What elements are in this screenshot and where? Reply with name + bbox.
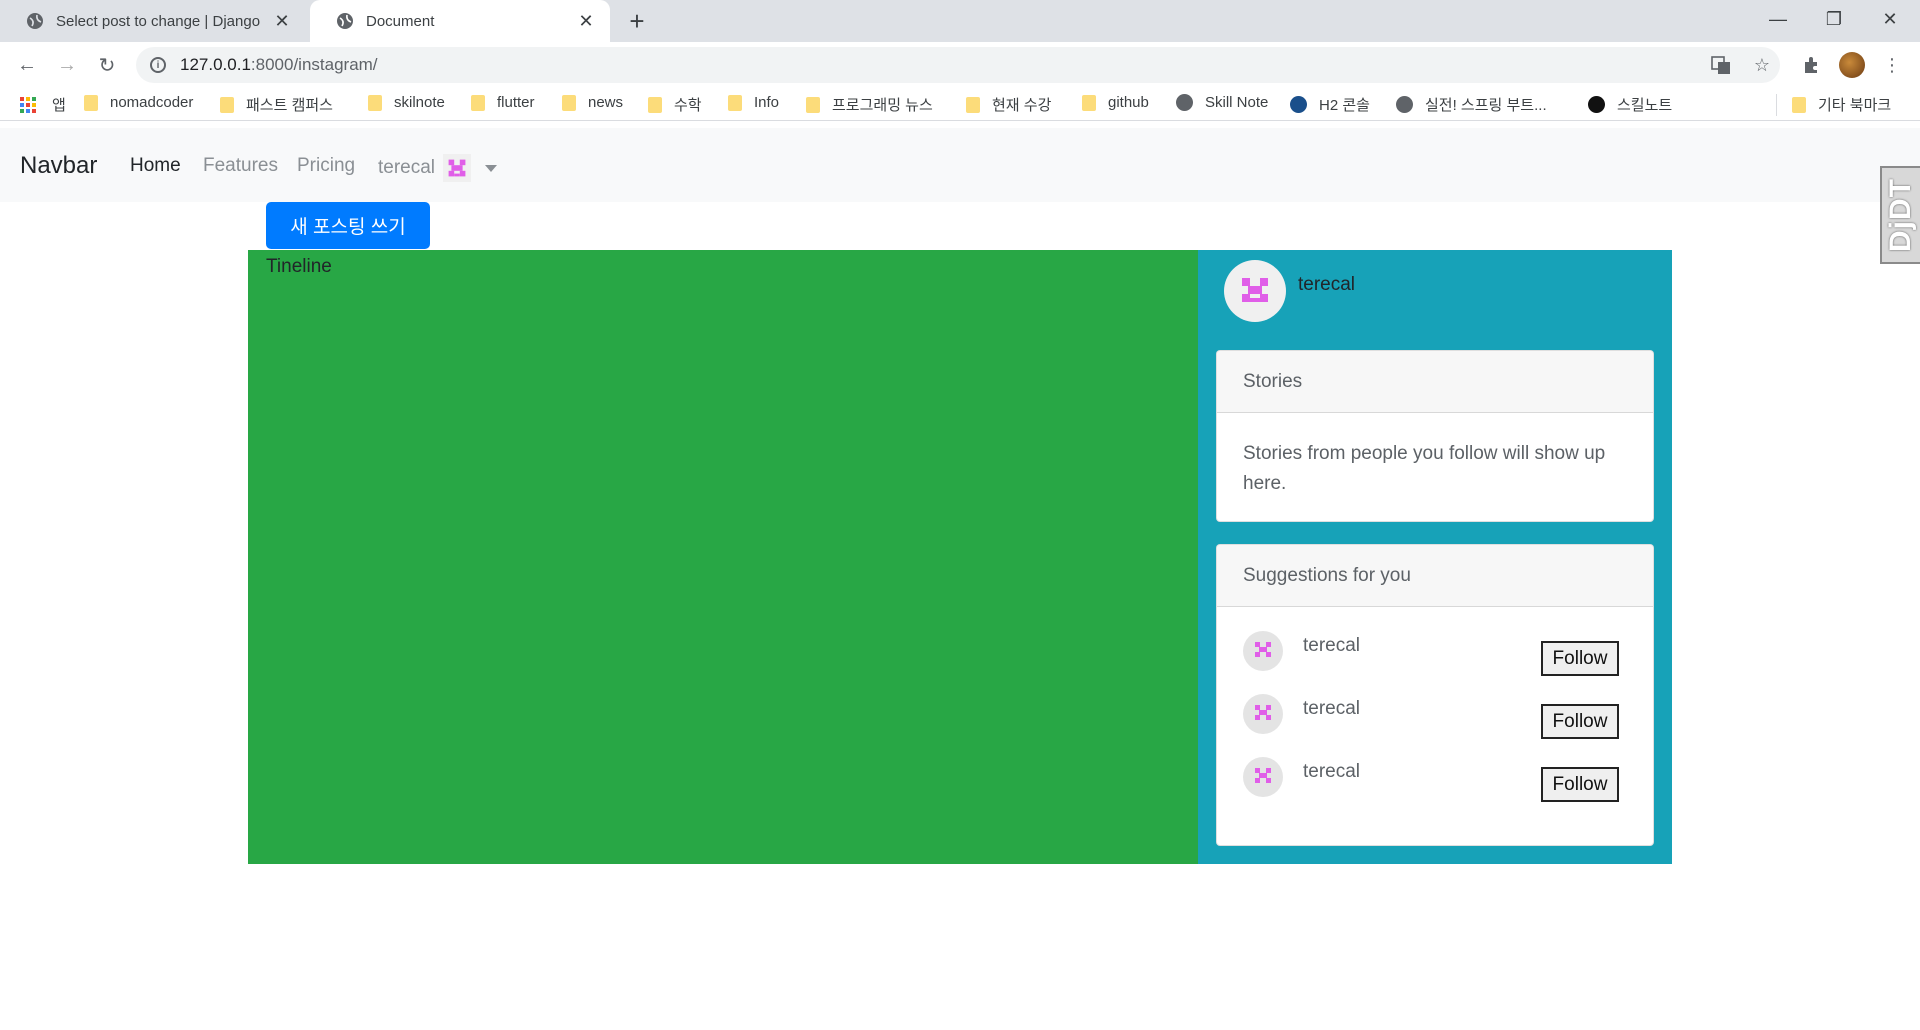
stories-card: Stories Stories from people you follow w… (1216, 350, 1654, 522)
nav-features[interactable]: Features (203, 155, 278, 177)
suggestion-row: terecal Follow (1243, 631, 1633, 683)
stories-body: Stories from people you follow will show… (1243, 443, 1606, 494)
browser-toolbar: ← → ↻ i 127.0.0.1:8000/instagram/ ☆ ⋮ (0, 42, 1920, 88)
github-icon (1588, 96, 1605, 113)
url-text: 127.0.0.1:8000/instagram/ (180, 55, 378, 74)
globe-icon (337, 13, 353, 29)
forward-icon[interactable]: → (52, 50, 82, 80)
new-tab-icon[interactable]: + (622, 6, 652, 36)
follow-button[interactable]: Follow (1541, 704, 1619, 739)
globe-icon (1396, 96, 1413, 113)
folder-icon (728, 94, 742, 111)
user-avatar-icon[interactable] (1224, 260, 1286, 322)
reload-icon[interactable]: ↻ (92, 50, 122, 80)
follow-button[interactable]: Follow (1541, 767, 1619, 802)
bookmarks-bar: 앱 nomadcoder 패스트 캠퍼스 skilnote flutter ne… (0, 88, 1920, 121)
suggestion-username[interactable]: terecal (1303, 698, 1360, 720)
sidebar-panel: terecal Stories Stories from people you … (1198, 250, 1672, 864)
site-navbar: Navbar Home Features Pricing terecal (0, 128, 1920, 202)
suggestion-row: terecal Follow (1243, 694, 1633, 746)
current-username: terecal (1298, 274, 1356, 295)
bookmark-star-icon[interactable]: ☆ (1749, 52, 1775, 78)
nav-username: terecal (378, 157, 436, 178)
menu-kebab-icon[interactable]: ⋮ (1879, 52, 1905, 78)
restore-icon[interactable]: ❐ (1806, 0, 1862, 38)
bookmark-folder[interactable]: 수학 (648, 94, 702, 115)
stories-title: Stories (1217, 351, 1653, 413)
tab-title: Document (366, 12, 435, 30)
minimize-icon[interactable]: — (1750, 0, 1806, 38)
folder-icon (648, 96, 662, 113)
h2-icon (1290, 96, 1307, 113)
window-close-icon[interactable]: ✕ (1862, 0, 1918, 38)
bookmark-folder[interactable]: nomadcoder (84, 94, 193, 111)
folder-icon (966, 96, 980, 113)
translate-icon[interactable] (1708, 52, 1734, 78)
extensions-icon[interactable] (1799, 52, 1825, 78)
suggestions-title: Suggestions for you (1217, 545, 1653, 607)
current-user: terecal (1224, 260, 1355, 322)
browser-tab-django[interactable]: Select post to change | Django ✕ (0, 0, 306, 42)
user-avatar-icon[interactable] (1243, 631, 1283, 671)
apps-icon (20, 96, 36, 113)
bookmark-folder[interactable]: github (1082, 94, 1149, 111)
suggestion-username[interactable]: terecal (1303, 635, 1360, 657)
info-icon[interactable]: i (150, 57, 166, 73)
nav-user-dropdown[interactable]: terecal (378, 154, 498, 182)
bookmark-folder[interactable]: Info (728, 94, 779, 111)
bookmark-folder[interactable]: 패스트 캠퍼스 (220, 94, 333, 115)
nav-home[interactable]: Home (130, 155, 181, 177)
browser-tab-strip: Select post to change | Django ✕ Documen… (0, 0, 1920, 42)
globe-icon (1176, 94, 1193, 111)
chevron-down-icon (485, 164, 498, 172)
close-tab-icon[interactable]: ✕ (272, 11, 292, 31)
globe-icon (27, 13, 43, 29)
bookmark-folder[interactable]: 현재 수강 (966, 94, 1051, 115)
folder-icon (806, 96, 820, 113)
suggestion-username[interactable]: terecal (1303, 761, 1360, 783)
bookmark-folder[interactable]: flutter (471, 94, 535, 111)
bookmark-link[interactable]: Skill Note (1176, 94, 1268, 111)
navbar-brand[interactable]: Navbar (20, 152, 97, 180)
bookmark-apps[interactable]: 앱 (20, 94, 66, 115)
user-avatar-icon[interactable] (1243, 694, 1283, 734)
bookmark-folder[interactable]: 프로그래밍 뉴스 (806, 94, 933, 115)
suggestions-card: Suggestions for you terecal Follow terec… (1216, 544, 1654, 846)
timeline-title: Tineline (266, 256, 332, 277)
new-post-button[interactable]: 새 포스팅 쓰기 (266, 202, 430, 249)
bookmark-link[interactable]: 실전! 스프링 부트... (1396, 94, 1547, 115)
folder-icon (1082, 94, 1096, 111)
follow-button[interactable]: Follow (1541, 641, 1619, 676)
bookmark-folder[interactable]: skilnote (368, 94, 445, 111)
user-avatar-icon (443, 154, 472, 182)
nav-pricing[interactable]: Pricing (297, 155, 355, 177)
timeline-panel: Tineline (248, 250, 1198, 864)
bookmark-other[interactable]: 기타 북마크 (1792, 94, 1891, 115)
profile-avatar[interactable] (1839, 52, 1865, 78)
tab-title: Select post to change | Django (56, 12, 261, 30)
folder-icon (1792, 96, 1806, 113)
bookmark-divider (1776, 94, 1777, 116)
bookmark-link[interactable]: H2 콘솔 (1290, 94, 1370, 115)
close-tab-icon[interactable]: ✕ (576, 11, 596, 31)
user-avatar-icon[interactable] (1243, 757, 1283, 797)
folder-icon (220, 96, 234, 113)
folder-icon (368, 94, 382, 111)
django-debug-toolbar-handle[interactable]: DjDT (1880, 166, 1920, 264)
address-bar[interactable]: i 127.0.0.1:8000/instagram/ (136, 47, 1780, 83)
folder-icon (84, 94, 98, 111)
browser-tab-document[interactable]: Document ✕ (310, 0, 610, 42)
bookmark-folder[interactable]: news (562, 94, 623, 111)
folder-icon (471, 94, 485, 111)
back-icon[interactable]: ← (12, 50, 42, 80)
folder-icon (562, 94, 576, 111)
bookmark-link[interactable]: 스킬노트 (1588, 94, 1672, 115)
suggestion-row: terecal Follow (1243, 757, 1633, 809)
